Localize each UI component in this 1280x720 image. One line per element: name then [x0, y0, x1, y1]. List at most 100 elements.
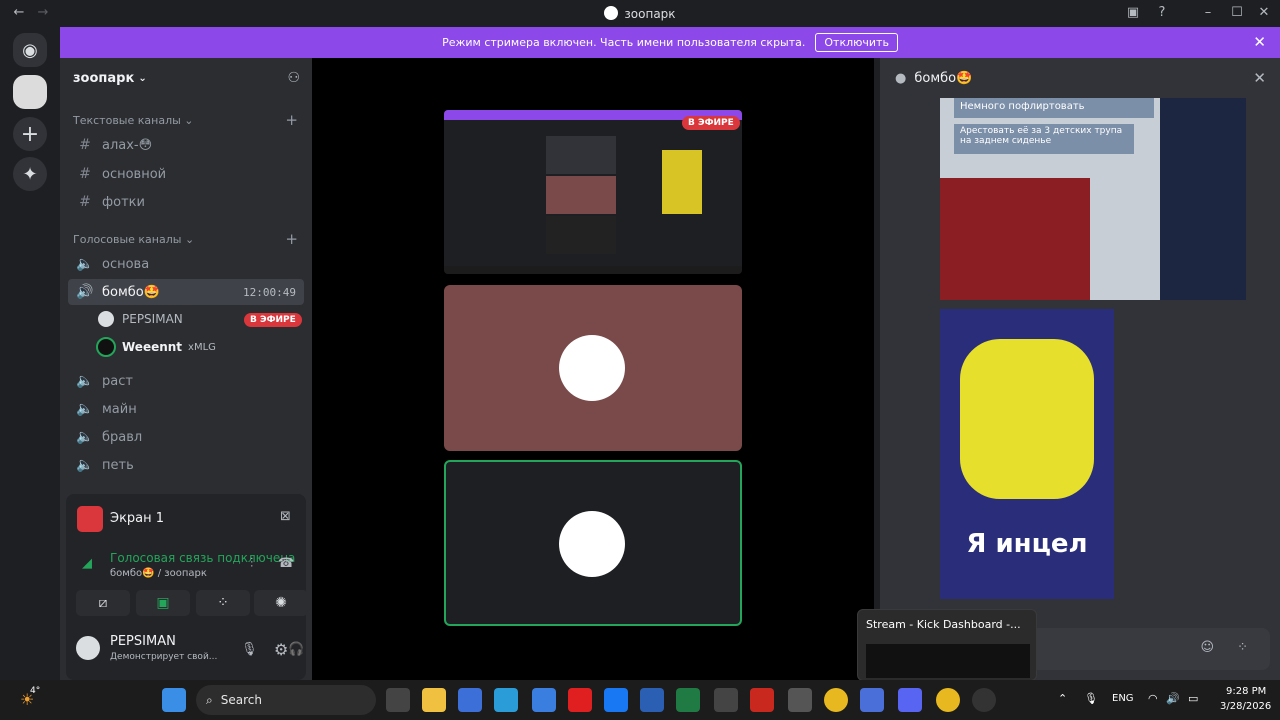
voice-channel-bravl[interactable]: 🔈 бравл	[68, 424, 304, 450]
voice-channel-mayn[interactable]: 🔈 майн	[68, 396, 304, 422]
copilot-icon[interactable]	[458, 688, 482, 712]
excel-icon[interactable]	[676, 688, 700, 712]
voice-location[interactable]: бомбо🤩 / зоопарк	[110, 568, 207, 579]
facebook-icon[interactable]	[604, 688, 628, 712]
battery-icon[interactable]: ▭	[1188, 692, 1198, 705]
disable-streamer-button[interactable]: Отключить	[815, 33, 898, 52]
channel-osnovnoy[interactable]: # основной	[68, 161, 304, 187]
user-name[interactable]: PEPSIMAN	[110, 634, 176, 649]
participant-tile-weeennt[interactable]	[444, 460, 742, 626]
youtube-icon[interactable]	[568, 688, 592, 712]
save-icon[interactable]	[860, 688, 884, 712]
participant-tile-pepsiman[interactable]	[444, 285, 742, 451]
server-icon	[604, 6, 619, 20]
chevron-up-icon[interactable]: ⌃	[1058, 692, 1067, 705]
voice-channel-pet[interactable]: 🔈 петь	[68, 452, 304, 478]
live-badge-preview: В ЭФИРЕ	[682, 116, 740, 130]
server-header[interactable]: зоопарк ⌄ ⚇	[60, 58, 312, 98]
channel-alakh[interactable]: # алах-😳	[68, 132, 304, 158]
mic-tray-icon[interactable]: 🎙	[1084, 692, 1098, 705]
app-icon[interactable]	[714, 688, 738, 712]
avatar	[96, 337, 116, 357]
inbox-icon[interactable]: ▣	[1124, 5, 1142, 20]
channel-label: фотки	[102, 194, 145, 210]
preview-meme	[662, 150, 702, 214]
screen-share-button[interactable]: ▣	[136, 590, 190, 616]
close-chat-icon[interactable]: ✕	[1253, 69, 1266, 87]
add-server-icon[interactable]: +	[13, 117, 47, 151]
discord-taskbar-icon[interactable]	[898, 688, 922, 712]
task-view-icon[interactable]	[386, 688, 410, 712]
window-title-text: зоопарк	[624, 7, 676, 21]
headphones-icon[interactable]: 🎧	[288, 642, 304, 657]
settings-gear-icon[interactable]: ⚙	[274, 640, 288, 659]
app-icon-2[interactable]	[788, 688, 812, 712]
search-icon: ⌕	[206, 692, 213, 707]
voice-channel-rast[interactable]: 🔈 раст	[68, 368, 304, 394]
close-window-icon[interactable]: ✕	[1255, 5, 1273, 20]
camera-off-button[interactable]: ⧄	[76, 590, 130, 616]
category-text[interactable]: Текстовые каналы ⌄	[73, 114, 194, 127]
maximize-icon[interactable]: ☐	[1228, 5, 1246, 20]
chat-channel-name: бомбо🤩	[914, 70, 973, 86]
help-icon[interactable]: ?	[1153, 5, 1171, 20]
voice-stage: В ЭФИРЕ	[312, 58, 874, 680]
apps-icon[interactable]: ⁘	[1237, 640, 1248, 655]
clock-time[interactable]: 9:28 PM	[1226, 686, 1266, 697]
clock-date[interactable]: 3/28/2026	[1220, 701, 1271, 712]
discord-home-icon[interactable]: ◉	[13, 33, 47, 67]
server-rail: ◉ + ✦	[0, 27, 60, 680]
participant-avatar	[559, 335, 625, 401]
add-voice-channel-icon[interactable]: +	[285, 230, 298, 248]
preview-taskbar	[444, 266, 742, 274]
voice-channel-osnova[interactable]: 🔈 основа	[68, 251, 304, 277]
member-tag: xMLG	[188, 341, 216, 353]
add-text-channel-icon[interactable]: +	[285, 111, 298, 129]
channel-fotki[interactable]: # фотки	[68, 189, 304, 215]
chevron-down-icon: ⌄	[138, 72, 147, 84]
disconnect-icon[interactable]: ☎	[278, 556, 294, 571]
windows-start-icon[interactable]	[162, 688, 186, 712]
server-zoopark-icon[interactable]	[13, 75, 47, 109]
title-bar: ← → зоопарк ▣ ? – ☐ ✕	[0, 0, 1280, 27]
chrome-icon-2[interactable]	[936, 688, 960, 712]
explore-icon[interactable]: ✦	[13, 157, 47, 191]
taskbar-search[interactable]: ⌕ Search	[196, 685, 376, 715]
sound-icon[interactable]: ⫶	[250, 556, 253, 571]
microphone-icon[interactable]: 🎙	[241, 642, 258, 657]
add-friend-icon[interactable]: ⚇	[287, 70, 300, 86]
close-banner-icon[interactable]: ✕	[1253, 33, 1266, 51]
meme-image-2[interactable]: Я инцел	[940, 309, 1114, 599]
wifi-icon[interactable]: ◠	[1148, 692, 1158, 705]
file-explorer-icon[interactable]	[422, 688, 446, 712]
voice-member-weeennt[interactable]: Weeennt xMLG	[96, 336, 216, 358]
soundboard-button[interactable]: ✺	[254, 590, 308, 616]
stream-preview-tile[interactable]: В ЭФИРЕ	[444, 110, 742, 274]
taskbar-thumbnail[interactable]: Stream - Kick Dashboard -...	[857, 609, 1037, 681]
acrobat-icon[interactable]	[750, 688, 774, 712]
stop-stream-icon[interactable]: ⊠	[280, 509, 291, 524]
weather-temp: 4°	[30, 686, 41, 696]
store-icon[interactable]	[532, 688, 556, 712]
category-voice[interactable]: Голосовые каналы ⌄	[73, 233, 194, 246]
speaker-icon: 🔈	[76, 429, 94, 445]
voice-channel-bombo[interactable]: 🔊 бомбо🤩 12:00:49	[68, 279, 304, 305]
chrome-icon[interactable]	[824, 688, 848, 712]
language-indicator[interactable]: ENG	[1112, 693, 1134, 704]
minimize-icon[interactable]: –	[1199, 5, 1217, 20]
voice-member-pepsiman[interactable]: PEPSIMAN	[96, 308, 183, 330]
screen-title: Экран 1	[110, 511, 165, 526]
user-avatar[interactable]	[76, 636, 100, 660]
voice-status[interactable]: Голосовая связь подключена	[110, 551, 295, 565]
app-icon-3[interactable]	[972, 688, 996, 712]
word-icon[interactable]	[640, 688, 664, 712]
windows-taskbar: ☀ 4° ⌕ Search ⌃ 🎙 ENG ◠ 🔊 ▭ 9:28 PM 3/28/…	[0, 680, 1280, 720]
category-text-label: Текстовые каналы	[73, 114, 181, 127]
meme-image-1[interactable]: Немного пофлиртовать Арестовать её за 3 …	[940, 98, 1246, 300]
meme-caption: Я инцел	[966, 529, 1088, 559]
activities-button[interactable]: ⁘	[196, 590, 250, 616]
speaker-icon: 🔈	[76, 256, 94, 272]
volume-icon[interactable]: 🔊	[1166, 692, 1180, 705]
emoji-icon[interactable]: ☺	[1200, 640, 1214, 655]
edge-icon[interactable]	[494, 688, 518, 712]
